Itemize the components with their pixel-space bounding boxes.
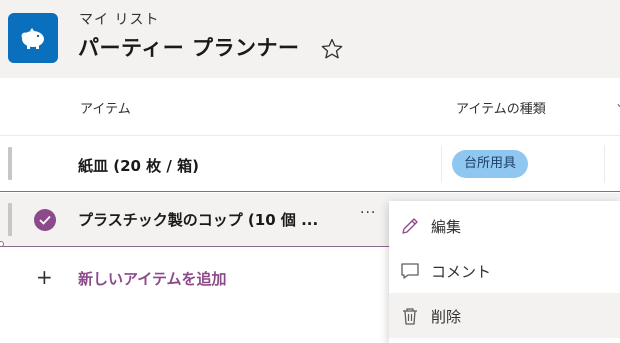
piggy-bank-icon xyxy=(8,13,58,63)
row-item-name: 紙皿 (20 枚 / 箱) xyxy=(78,157,199,175)
menu-item-label: 編集 xyxy=(431,218,462,236)
column-header-item-type[interactable]: アイテムの種類 xyxy=(456,98,546,117)
comment-icon xyxy=(401,263,419,279)
list-header: マイ リスト パーティー プランナー xyxy=(0,0,620,78)
context-menu: 編集 コメント 削除 xyxy=(389,201,620,343)
menu-item-comment[interactable]: コメント xyxy=(389,248,620,293)
page-title: パーティー プランナー xyxy=(78,36,300,60)
star-outline-icon[interactable] xyxy=(320,37,344,61)
list-row[interactable]: 紙皿 (20 枚 / 箱) 台所用具 xyxy=(0,137,620,192)
more-options-button[interactable]: ··· xyxy=(360,205,386,225)
item-type-badge: 台所用具 xyxy=(452,150,529,178)
column-header-overflow: ⌄ xyxy=(615,96,620,110)
menu-item-edit[interactable]: 編集 xyxy=(389,203,620,248)
add-item-row[interactable]: + 新しいアイテムを追加 xyxy=(0,256,380,300)
row-handle xyxy=(8,147,12,180)
row-item-name: プラスチック製のコップ (10 個 ... xyxy=(78,211,319,229)
menu-item-label: コメント xyxy=(431,263,492,281)
column-header-item[interactable]: アイテム xyxy=(80,98,131,117)
plus-icon: + xyxy=(36,265,53,289)
column-divider xyxy=(441,145,442,183)
column-divider xyxy=(604,145,605,183)
breadcrumb[interactable]: マイ リスト xyxy=(79,9,159,29)
trash-icon xyxy=(403,308,417,325)
pencil-icon xyxy=(402,218,418,234)
add-item-label: 新しいアイテムを追加 xyxy=(78,270,227,288)
menu-item-delete[interactable]: 削除 xyxy=(389,293,620,338)
row-handle xyxy=(8,203,12,236)
menu-item-label: 削除 xyxy=(431,308,462,326)
checkmark-icon[interactable] xyxy=(34,209,56,231)
column-headers: アイテム アイテムの種類 ⌄ xyxy=(0,78,620,136)
